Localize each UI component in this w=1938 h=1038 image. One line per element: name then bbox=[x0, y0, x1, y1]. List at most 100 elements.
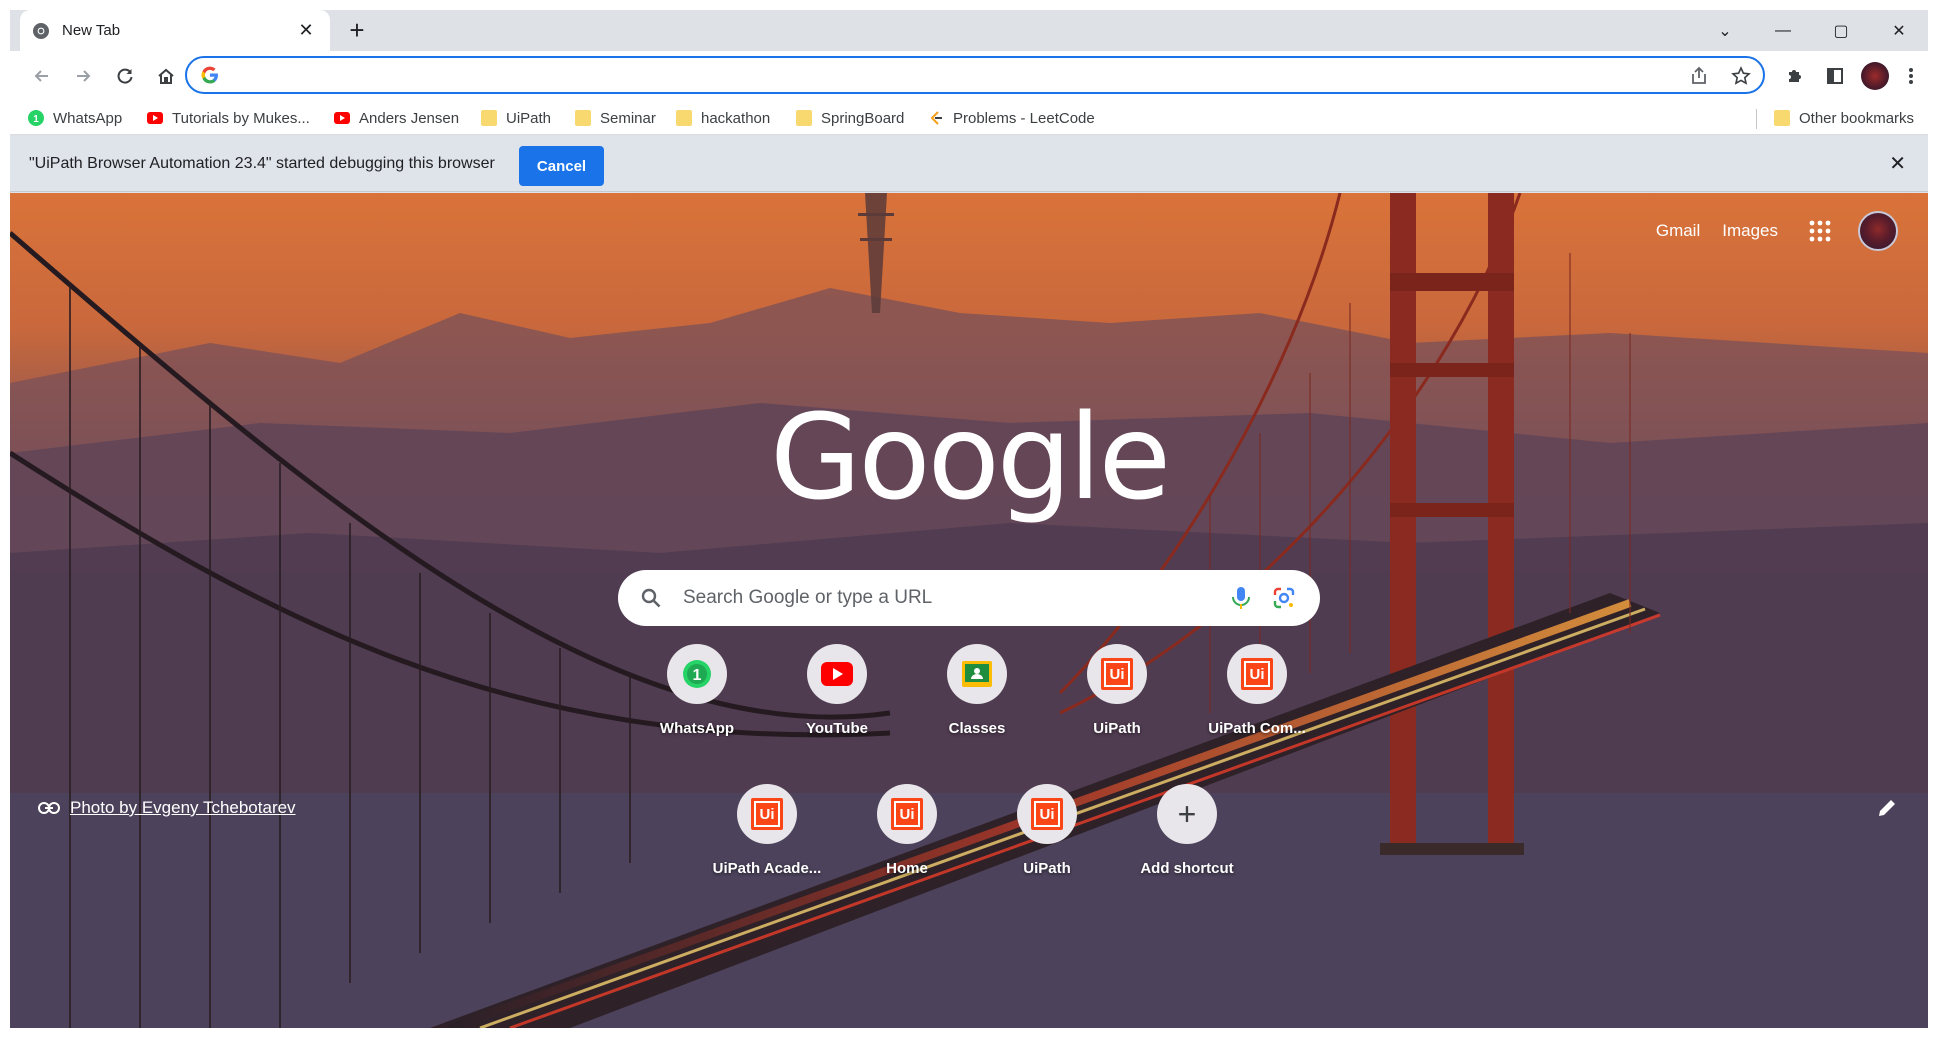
infobar-message: "UiPath Browser Automation 23.4" started… bbox=[29, 155, 495, 172]
home-button[interactable] bbox=[150, 60, 182, 92]
bookmark-anders-jensen[interactable]: Anders Jensen bbox=[334, 107, 459, 129]
folder-icon bbox=[575, 110, 591, 126]
forward-button[interactable] bbox=[67, 60, 99, 92]
shortcut-label: UiPath Acade... bbox=[712, 860, 822, 877]
bookmarks-bar: 1 WhatsApp Tutorials by Mukes... Anders … bbox=[10, 101, 1928, 135]
add-shortcut-button[interactable]: + Add shortcut bbox=[1131, 784, 1243, 877]
bookmark-label: hackathon bbox=[701, 109, 771, 127]
bookmark-whatsapp[interactable]: 1 WhatsApp bbox=[28, 107, 122, 129]
images-link[interactable]: Images bbox=[1722, 221, 1778, 241]
shortcut-home[interactable]: Ui Home bbox=[851, 784, 963, 877]
forward-arrow-icon bbox=[77, 70, 91, 82]
shortcut-label: WhatsApp bbox=[659, 720, 735, 737]
infobar-close-icon[interactable]: ✕ bbox=[1889, 151, 1906, 176]
shortcut-label: Home bbox=[886, 860, 928, 877]
ntp-search-box[interactable]: Search Google or type a URL bbox=[618, 570, 1320, 626]
toolbar bbox=[10, 51, 1928, 101]
shortcut-uipath-community[interactable]: Ui UiPath Com... bbox=[1201, 644, 1313, 737]
svg-text:1: 1 bbox=[693, 667, 702, 684]
shortcut-youtube[interactable]: YouTube bbox=[781, 644, 893, 737]
window-close-button[interactable]: ✕ bbox=[1870, 10, 1928, 51]
bookmark-folder-hackathon[interactable]: hackathon bbox=[676, 107, 770, 129]
svg-text:1: 1 bbox=[33, 114, 39, 125]
whatsapp-icon: 1 bbox=[683, 660, 711, 688]
share-icon[interactable] bbox=[1687, 64, 1711, 88]
shortcut-label: Add shortcut bbox=[1140, 860, 1234, 877]
ntp-top-links: Gmail Images bbox=[1634, 211, 1898, 251]
google-g-icon bbox=[201, 66, 218, 84]
tab-close-icon[interactable]: ✕ bbox=[294, 20, 318, 41]
bookmark-label: SpringBoard bbox=[821, 109, 905, 127]
whatsapp-icon: 1 bbox=[28, 110, 44, 126]
youtube-icon bbox=[821, 662, 853, 686]
chrome-icon bbox=[33, 22, 49, 39]
side-panel-button[interactable] bbox=[1819, 60, 1851, 92]
restore-button[interactable]: ▢ bbox=[1812, 10, 1870, 51]
reload-icon bbox=[117, 68, 133, 84]
side-panel-icon bbox=[1827, 68, 1843, 84]
account-avatar[interactable] bbox=[1858, 211, 1898, 251]
shortcut-label: YouTube bbox=[806, 720, 868, 737]
folder-icon bbox=[676, 110, 692, 126]
google-apps-icon[interactable] bbox=[1808, 219, 1832, 243]
minimize-button[interactable]: — bbox=[1754, 10, 1812, 51]
bookmark-tutorials[interactable]: Tutorials by Mukes... bbox=[147, 107, 310, 129]
bookmark-label: Tutorials by Mukes... bbox=[172, 109, 310, 127]
new-tab-button[interactable]: + bbox=[342, 16, 372, 46]
shortcut-classes[interactable]: Classes bbox=[921, 644, 1033, 737]
back-arrow-icon bbox=[34, 70, 48, 82]
folder-icon bbox=[796, 110, 812, 126]
home-icon bbox=[158, 68, 174, 84]
customize-pencil-icon[interactable] bbox=[1876, 797, 1898, 819]
folder-icon bbox=[1774, 110, 1790, 126]
folder-icon bbox=[481, 110, 497, 126]
uipath-icon: Ui bbox=[751, 798, 783, 830]
google-lens-icon[interactable] bbox=[1272, 586, 1296, 610]
address-input[interactable] bbox=[231, 62, 1631, 88]
new-tab-page: Gmail Images Google Search Google or typ… bbox=[10, 193, 1928, 1028]
youtube-icon bbox=[334, 112, 350, 124]
bookmark-folder-uipath[interactable]: UiPath bbox=[481, 107, 551, 129]
shortcut-whatsapp[interactable]: 1 WhatsApp bbox=[641, 644, 753, 737]
profile-button[interactable] bbox=[1859, 60, 1891, 92]
bookmark-folder-springboard[interactable]: SpringBoard bbox=[796, 107, 904, 129]
profile-avatar bbox=[1861, 62, 1889, 90]
bookmark-folder-seminar[interactable]: Seminar bbox=[575, 107, 656, 129]
plus-icon: + bbox=[1177, 796, 1197, 832]
microphone-icon[interactable] bbox=[1230, 586, 1252, 610]
classroom-icon bbox=[962, 661, 992, 687]
photo-credit-link[interactable]: Photo by Evgeny Tchebotarev bbox=[70, 798, 296, 818]
back-button[interactable] bbox=[26, 60, 58, 92]
browser-window: New Tab ✕ + ⌄ — ▢ ✕ 1 WhatsApp Tutorials… bbox=[10, 10, 1928, 1028]
uipath-icon: Ui bbox=[1101, 658, 1133, 690]
cancel-debugging-button[interactable]: Cancel bbox=[519, 146, 604, 186]
photo-credit: Photo by Evgeny Tchebotarev bbox=[38, 798, 296, 818]
youtube-icon bbox=[147, 112, 163, 124]
shortcut-uipath-2[interactable]: Ui UiPath bbox=[991, 784, 1103, 877]
tab-search-icon[interactable]: ⌄ bbox=[1696, 10, 1754, 51]
bookmark-leetcode[interactable]: Problems - LeetCode bbox=[928, 107, 1095, 129]
uipath-icon: Ui bbox=[1241, 658, 1273, 690]
reload-button[interactable] bbox=[109, 60, 141, 92]
gmail-link[interactable]: Gmail bbox=[1656, 221, 1700, 241]
bookmark-label: Problems - LeetCode bbox=[953, 109, 1095, 127]
tab-new-tab[interactable]: New Tab ✕ bbox=[20, 10, 330, 51]
bookmark-star-icon[interactable] bbox=[1729, 64, 1753, 88]
menu-button[interactable] bbox=[1895, 60, 1927, 92]
address-bar[interactable] bbox=[185, 56, 1765, 94]
bookmark-label: UiPath bbox=[506, 109, 552, 127]
tab-title: New Tab bbox=[62, 22, 121, 39]
shortcut-uipath-academy[interactable]: Ui UiPath Acade... bbox=[711, 784, 823, 877]
shortcut-label: Classes bbox=[948, 720, 1006, 737]
search-placeholder: Search Google or type a URL bbox=[683, 587, 933, 608]
bookmark-label: Seminar bbox=[600, 109, 656, 127]
extensions-button[interactable] bbox=[1779, 60, 1811, 92]
link-icon bbox=[38, 802, 60, 814]
puzzle-icon bbox=[1789, 70, 1801, 82]
shortcut-label: UiPath bbox=[1093, 720, 1141, 737]
debug-infobar: "UiPath Browser Automation 23.4" started… bbox=[10, 136, 1928, 192]
shortcut-uipath[interactable]: Ui UiPath bbox=[1061, 644, 1173, 737]
other-bookmarks[interactable]: Other bookmarks bbox=[1774, 107, 1914, 129]
bookmarks-separator bbox=[1756, 109, 1757, 129]
search-icon bbox=[641, 588, 661, 608]
